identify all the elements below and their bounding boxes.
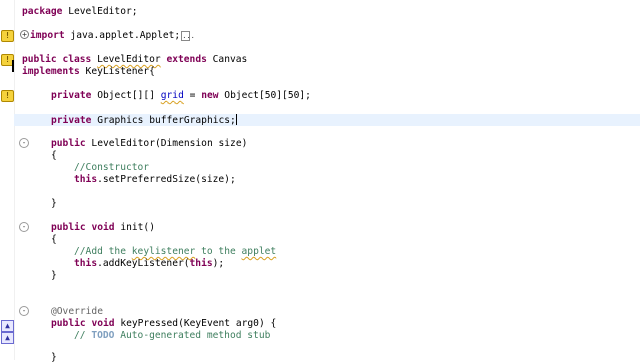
- code-text: {: [51, 150, 57, 161]
- keyword: import: [30, 30, 65, 41]
- code-comment: Auto-generated method stub: [114, 330, 271, 341]
- keyword: public: [22, 54, 57, 65]
- code-line[interactable]: // TODO Auto-generated method stub: [74, 330, 640, 342]
- keyword: public: [51, 318, 86, 329]
- warning-icon[interactable]: !: [1, 90, 14, 102]
- code-text: {: [51, 234, 57, 245]
- keyword: void: [91, 222, 115, 233]
- keyword: private: [51, 90, 92, 101]
- folded-imports-indicator[interactable]: ...: [181, 31, 195, 41]
- class-name: LevelEditor: [97, 54, 161, 65]
- code-comment: //Constructor: [74, 162, 150, 173]
- code-text: }: [51, 198, 57, 209]
- code-comment: to the: [195, 246, 242, 257]
- task-marker-icon[interactable]: ▲: [1, 332, 14, 344]
- code-text: );: [212, 258, 225, 269]
- field-name: grid: [160, 90, 184, 101]
- keyword: new: [201, 90, 219, 101]
- code-comment: //Add the: [74, 246, 132, 257]
- code-line[interactable]: public class LevelEditor extends Canvas: [22, 54, 640, 66]
- keyword: this: [74, 258, 98, 269]
- code-text: init(): [114, 222, 155, 233]
- code-comment: //: [74, 330, 92, 341]
- warning-icon[interactable]: !: [1, 30, 14, 42]
- code-comment: keylistener: [131, 246, 196, 257]
- code-line[interactable]: package LevelEditor;: [22, 6, 640, 18]
- code-text: Graphics bufferGraphics;: [91, 115, 236, 126]
- annotation: @Override: [51, 306, 103, 317]
- code-text: =: [183, 90, 202, 101]
- keyword: this: [189, 258, 213, 269]
- code-text: java.applet.Applet;: [64, 30, 181, 41]
- code-line[interactable]: import java.applet.Applet;...: [30, 30, 640, 42]
- code-line[interactable]: }: [51, 352, 640, 364]
- code-text: Object[50][50];: [218, 90, 311, 101]
- code-line[interactable]: implements KeyListener{: [22, 66, 640, 78]
- current-code-line[interactable]: private Graphics bufferGraphics;: [14, 114, 640, 126]
- code-editor[interactable]: + ! ! ! - - - ▲ ▲ package LevelEditor; i…: [0, 0, 640, 363]
- keyword: private: [51, 115, 92, 126]
- code-line[interactable]: public LevelEditor(Dimension size): [51, 138, 640, 150]
- code-area[interactable]: package LevelEditor; import java.applet.…: [14, 0, 640, 363]
- code-text: .addKeyListener(: [97, 258, 190, 269]
- code-text: LevelEditor;: [62, 6, 138, 17]
- code-line[interactable]: {: [51, 150, 640, 162]
- code-line[interactable]: //Constructor: [74, 162, 640, 174]
- keyword: void: [91, 318, 115, 329]
- code-text: .setPreferredSize(size);: [97, 174, 236, 185]
- code-line[interactable]: //Add the keylistener to the applet: [74, 246, 640, 258]
- code-line[interactable]: this.setPreferredSize(size);: [74, 174, 640, 186]
- code-text: keyPressed(KeyEvent arg0) {: [114, 318, 277, 329]
- todo-tag: TODO: [91, 330, 115, 341]
- code-text: LevelEditor(Dimension size): [85, 138, 248, 149]
- code-line[interactable]: }: [51, 198, 640, 210]
- keyword: class: [62, 54, 92, 65]
- change-marker: [12, 60, 14, 72]
- code-text: KeyListener{: [79, 66, 155, 77]
- code-line[interactable]: public void init(): [51, 222, 640, 234]
- text-caret: [235, 114, 237, 125]
- code-line[interactable]: private Object[][] grid = new Object[50]…: [51, 90, 640, 102]
- code-comment: applet: [241, 246, 277, 257]
- code-line[interactable]: this.addKeyListener(this);: [74, 258, 640, 270]
- keyword: extends: [166, 54, 207, 65]
- code-line[interactable]: public void keyPressed(KeyEvent arg0) {: [51, 318, 640, 330]
- code-line[interactable]: @Override: [51, 306, 640, 318]
- keyword: public: [51, 222, 86, 233]
- code-text: }: [51, 352, 57, 363]
- keyword: implements: [22, 66, 80, 77]
- code-text: }: [51, 270, 57, 281]
- code-text: Object[][]: [91, 90, 161, 101]
- keyword: public: [51, 138, 86, 149]
- override-icon[interactable]: ▲: [1, 320, 14, 332]
- keyword: package: [22, 6, 63, 17]
- code-text: Canvas: [206, 54, 248, 65]
- code-line[interactable]: }: [51, 270, 640, 282]
- code-line[interactable]: {: [51, 234, 640, 246]
- keyword: this: [74, 174, 98, 185]
